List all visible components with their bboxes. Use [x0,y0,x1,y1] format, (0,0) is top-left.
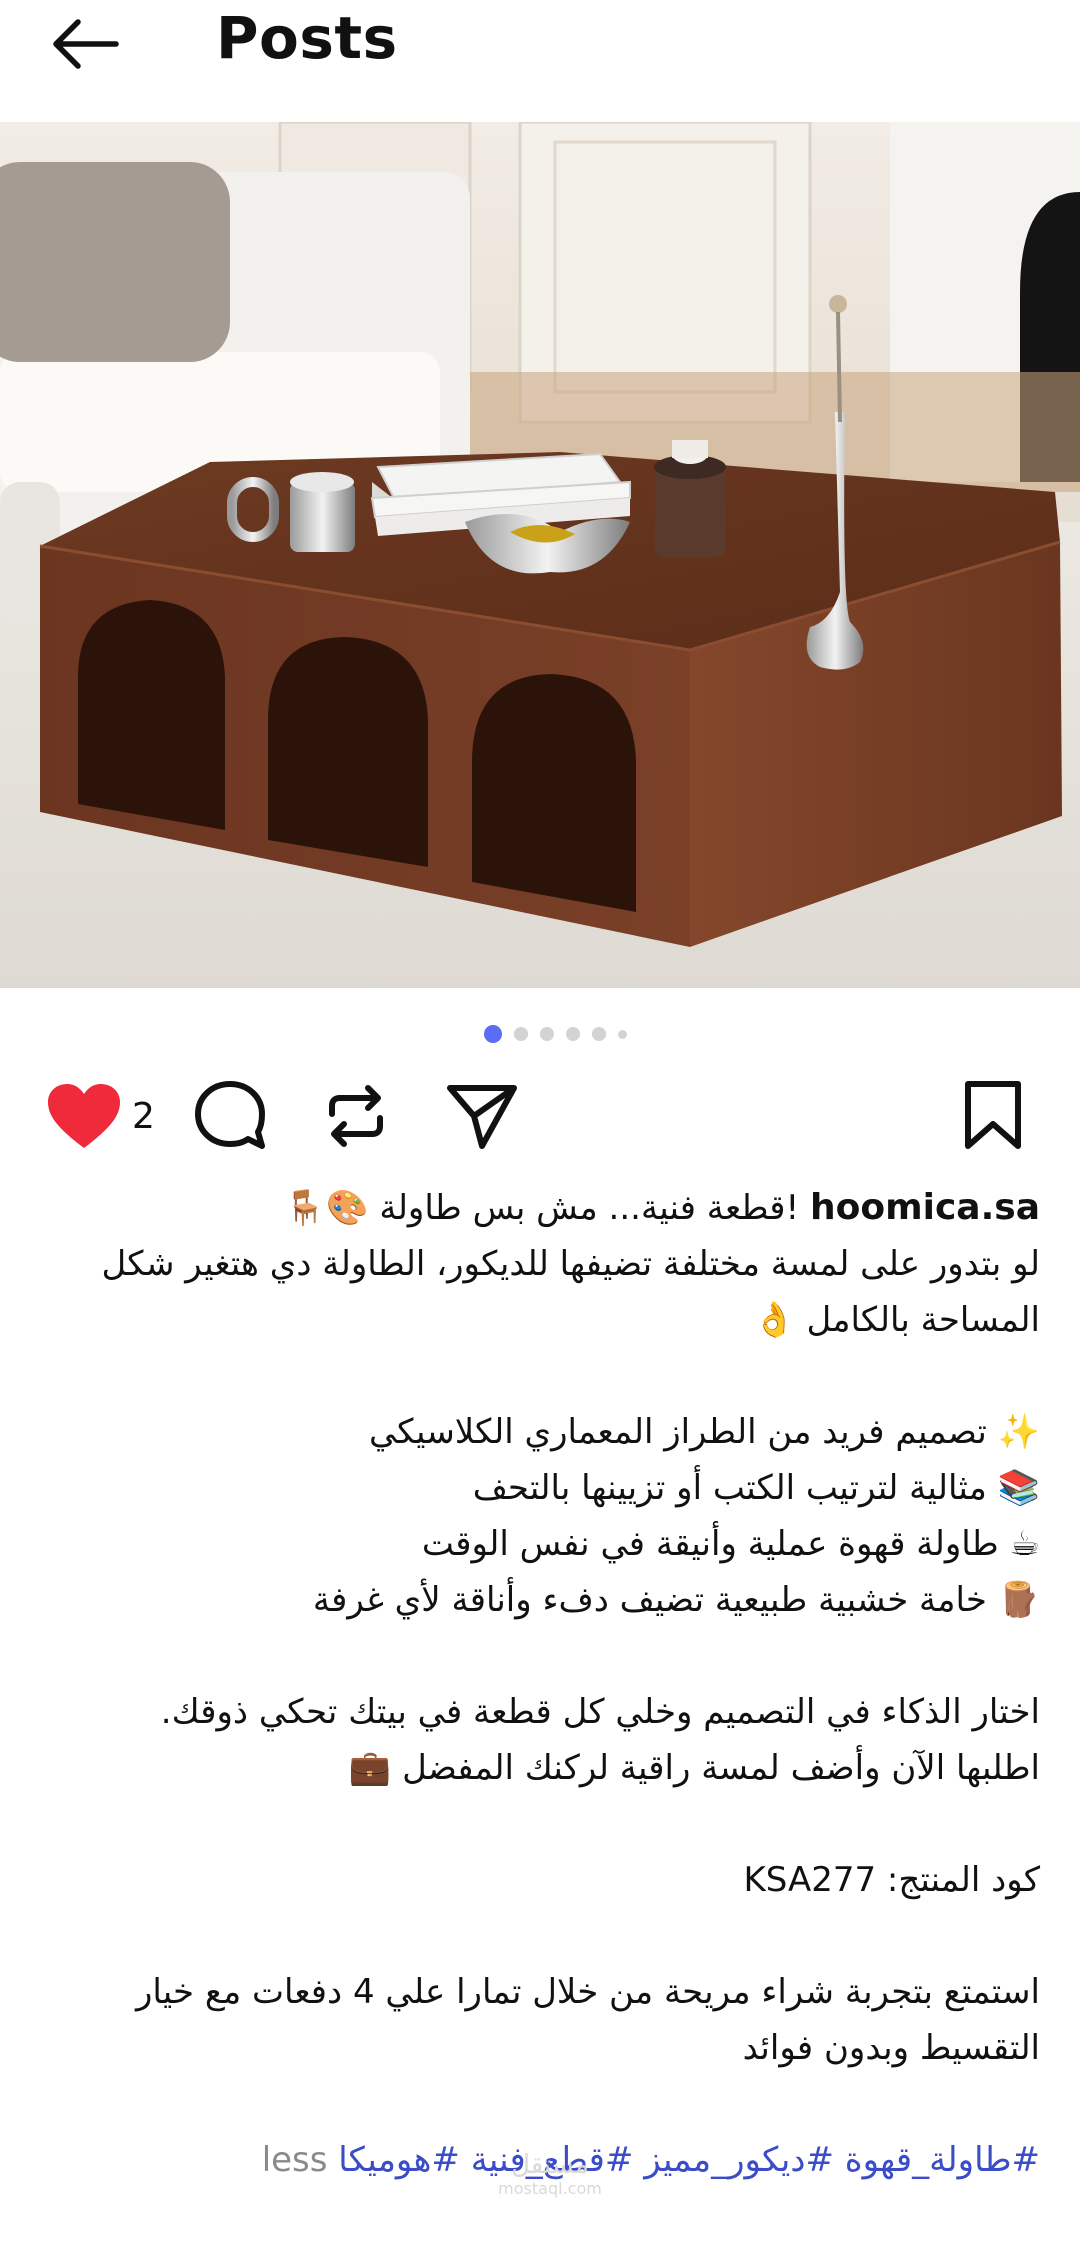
feature-item: ☕ طاولة قهوة عملية وأنيقة في نفس الوقت [421,1524,1040,1564]
post-caption: hoomica.sa !قطعة فنية... مش بس طاولة 🎨🪑 … [40,1180,1040,2188]
carousel-dot [513,1027,528,1041]
hashtags[interactable]: #طاولة_قهوة #ديكور_مميز #قطع_فنية #هوميك… [338,2140,1040,2180]
carousel-dot [483,1025,502,1043]
feature-item: 🪵 خامة خشبية طبيعية تضيف دفء وأناقة لأي … [312,1580,1040,1620]
like-button[interactable]: 2 [46,1076,155,1156]
post-actions: 2 [0,1076,1080,1156]
carousel-indicator [0,1024,1080,1044]
send-icon [447,1085,517,1149]
save-button[interactable] [958,1076,1028,1156]
less-button[interactable]: less [262,2140,328,2180]
username[interactable]: hoomica.sa [810,1187,1040,1228]
share-button[interactable] [444,1076,520,1156]
caption-first-line: hoomica.sa !قطعة فنية... مش بس طاولة 🎨🪑 [40,1180,1040,1236]
product-code: كود المنتج: KSA277 [743,1860,1040,1900]
arrow-left-icon [53,19,119,69]
carousel-dot [565,1027,580,1041]
page-title: Posts [216,4,398,72]
feature-item: 📚 مثالية لترتيب الكتب أو تزيينها بالتحف [472,1468,1040,1508]
feature-item: ✨ تصميم فريد من الطراز المعماري الكلاسيك… [368,1412,1040,1452]
caption-headline: !قطعة فنية... مش بس طاولة 🎨🪑 [283,1188,800,1228]
comment-icon [195,1081,265,1149]
caption-intro: لو بتدور على لمسة مختلفة تضيفها للديكور،… [101,1244,1040,1340]
heart-icon [48,1084,120,1148]
carousel-dot [617,1029,627,1039]
installments-text: استمتع بتجربة شراء مريحة من خلال تمارا ع… [135,1972,1040,2068]
top-bar: Posts [0,0,1080,122]
watermark-en: mostaql.com [498,2179,602,2198]
caption-closing-2: اطلبها الآن وأضف لمسة راقية لركنك المفضل… [348,1748,1040,1788]
carousel-dot [591,1027,606,1041]
like-count: 2 [132,1095,155,1137]
carousel-dot [539,1027,554,1041]
back-button[interactable] [44,8,124,80]
repost-icon [329,1085,383,1147]
watermark-ar: مستقل [511,2150,589,2180]
repost-button[interactable] [318,1076,394,1156]
post-image[interactable] [0,122,1080,988]
comment-button[interactable] [192,1076,268,1156]
bookmark-icon [965,1081,1021,1149]
caption-closing-1: اختار الذكاء في التصميم وخلي كل قطعة في … [160,1692,1040,1732]
watermark: مستقل mostaql.com [470,2150,630,2220]
